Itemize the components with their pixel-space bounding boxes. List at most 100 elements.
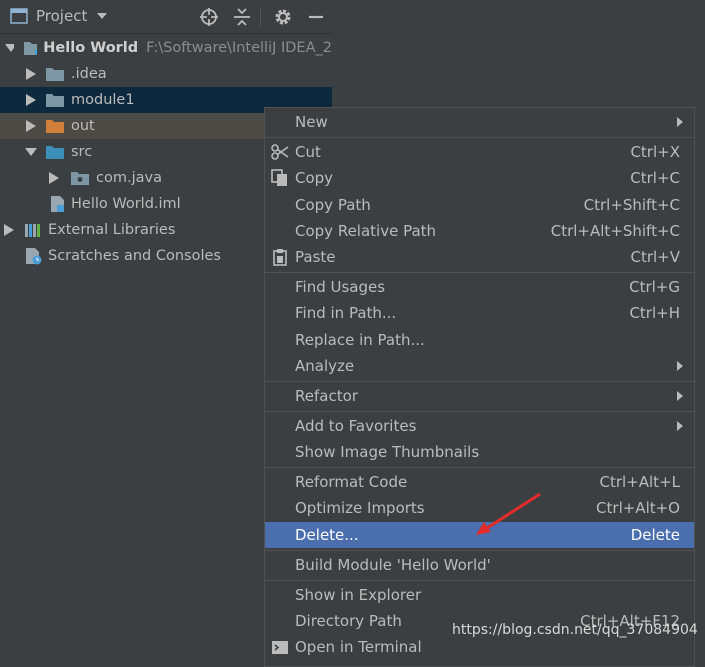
terminal-icon (272, 641, 288, 654)
project-panel-header: Project (0, 0, 332, 34)
menu-item-label: Directory Path (295, 612, 402, 630)
package-icon (71, 172, 89, 185)
scissors-icon (271, 144, 289, 160)
menu-item-replace-in-path[interactable]: Replace in Path... (265, 327, 694, 353)
submenu-arrow-icon (677, 421, 683, 431)
menu-item-shortcut: Ctrl+C (630, 169, 680, 187)
menu-item-copy-path[interactable]: Copy Path Ctrl+Shift+C (265, 192, 694, 218)
tree-item-label: Scratches and Consoles (48, 248, 221, 264)
locate-icon[interactable] (199, 7, 219, 27)
collapsed-arrow-icon[interactable] (4, 224, 14, 236)
menu-item-label: Optimize Imports (295, 499, 425, 517)
menu-item-label: New (295, 113, 328, 131)
menu-separator (265, 411, 694, 412)
excluded-folder-icon (46, 120, 64, 133)
tree-item-hello-world[interactable]: Hello World F:\Software\IntelliJ IDEA_2 (0, 35, 332, 61)
expanded-arrow-icon[interactable] (25, 146, 37, 158)
menu-item-find-usages[interactable]: Find Usages Ctrl+G (265, 274, 694, 300)
menu-item-build-module[interactable]: Build Module 'Hello World' (265, 552, 694, 578)
menu-item-new[interactable]: New (265, 109, 694, 135)
library-icon (25, 224, 40, 237)
menu-item-label: Refactor (295, 387, 358, 405)
menu-item-label: Cut (295, 143, 321, 161)
menu-separator (265, 550, 694, 551)
minimize-icon[interactable] (306, 7, 326, 27)
collapsed-arrow-icon[interactable] (26, 120, 36, 132)
submenu-arrow-icon (677, 117, 683, 127)
menu-item-label: Reformat Code (295, 473, 408, 491)
iml-file-icon (51, 196, 64, 212)
tree-item-label: Hello World.iml (71, 196, 181, 212)
menu-separator (265, 580, 694, 581)
menu-item-analyze[interactable]: Analyze (265, 353, 694, 379)
gear-icon[interactable] (273, 7, 293, 27)
menu-item-show-image-thumbnails[interactable]: Show Image Thumbnails (265, 439, 694, 465)
tree-item-label: out (71, 118, 95, 134)
clipboard-icon (273, 249, 287, 266)
menu-item-shortcut: Ctrl+Alt+O (596, 499, 680, 517)
menu-item-label: Build Module 'Hello World' (295, 556, 491, 574)
expanded-arrow-icon[interactable] (5, 42, 14, 54)
menu-item-label: Copy Relative Path (295, 222, 437, 240)
chevron-down-icon (97, 13, 108, 19)
menu-item-paste[interactable]: Paste Ctrl+V (265, 244, 694, 270)
submenu-arrow-icon (677, 361, 683, 371)
tree-item-label: com.java (96, 170, 162, 186)
menu-item-shortcut: Ctrl+X (630, 143, 680, 161)
folder-icon (46, 68, 64, 81)
menu-item-shortcut: Delete (630, 526, 680, 544)
header-divider (260, 8, 261, 26)
project-panel-title: Project (36, 7, 88, 25)
menu-item-shortcut: Ctrl+V (630, 248, 680, 266)
menu-item-label: Delete... (295, 526, 359, 544)
menu-item-label: Paste (295, 248, 336, 266)
collapsed-arrow-icon[interactable] (26, 94, 36, 106)
tree-item-label: .idea (71, 66, 107, 82)
menu-item-shortcut: Ctrl+H (629, 304, 680, 322)
menu-item-show-in-explorer[interactable]: Show in Explorer (265, 582, 694, 608)
menu-item-copy-relative-path[interactable]: Copy Relative Path Ctrl+Alt+Shift+C (265, 218, 694, 244)
annotation-arrow-icon (476, 492, 541, 535)
module-folder-icon (23, 42, 38, 55)
submenu-arrow-icon (677, 391, 683, 401)
source-folder-icon (46, 146, 64, 159)
tree-item-label: module1 (71, 92, 135, 108)
scratches-icon (26, 248, 42, 265)
menu-separator (265, 381, 694, 382)
copy-icon (271, 169, 287, 186)
project-window-icon (10, 8, 28, 24)
tree-item-label: Hello World (43, 40, 139, 56)
menu-item-label: Show Image Thumbnails (295, 443, 480, 461)
tree-item-label: src (71, 144, 93, 160)
menu-item-label: Copy Path (295, 196, 371, 214)
menu-item-cut[interactable]: Cut Ctrl+X (265, 139, 694, 165)
menu-separator (265, 272, 694, 273)
watermark: https://blog.csdn.net/qq_37084904 (452, 622, 698, 638)
folder-icon (46, 94, 64, 107)
context-menu: New Cut Ctrl+X Copy Ctrl+C Copy Path Ctr… (264, 107, 695, 667)
menu-item-refactor[interactable]: Refactor (265, 383, 694, 409)
project-view-selector[interactable]: Project (10, 7, 108, 25)
menu-item-copy[interactable]: Copy Ctrl+C (265, 165, 694, 191)
menu-item-label: Add to Favorites (295, 417, 417, 435)
menu-item-label: Open in Terminal (295, 638, 422, 656)
menu-item-shortcut: Ctrl+Shift+C (583, 196, 680, 214)
menu-separator (265, 467, 694, 468)
menu-separator (265, 137, 694, 138)
menu-item-label: Find Usages (295, 278, 386, 296)
menu-item-find-in-path[interactable]: Find in Path... Ctrl+H (265, 300, 694, 326)
menu-item-shortcut: Ctrl+Alt+Shift+C (550, 222, 680, 240)
collapsed-arrow-icon[interactable] (26, 68, 36, 80)
menu-item-label: Show in Explorer (295, 586, 422, 604)
menu-item-shortcut: Ctrl+Alt+L (599, 473, 681, 491)
collapsed-arrow-icon[interactable] (49, 172, 59, 184)
tree-item-idea[interactable]: .idea (0, 61, 332, 87)
menu-item-label: Copy (295, 169, 334, 187)
menu-item-label: Analyze (295, 357, 355, 375)
menu-item-shortcut: Ctrl+G (629, 278, 680, 296)
collapse-all-icon[interactable] (232, 7, 252, 27)
menu-item-add-to-favorites[interactable]: Add to Favorites (265, 413, 694, 439)
menu-item-label: Find in Path... (295, 304, 397, 322)
project-path: F:\Software\IntelliJ IDEA_2 (146, 40, 332, 56)
menu-item-label: Replace in Path... (295, 331, 425, 349)
